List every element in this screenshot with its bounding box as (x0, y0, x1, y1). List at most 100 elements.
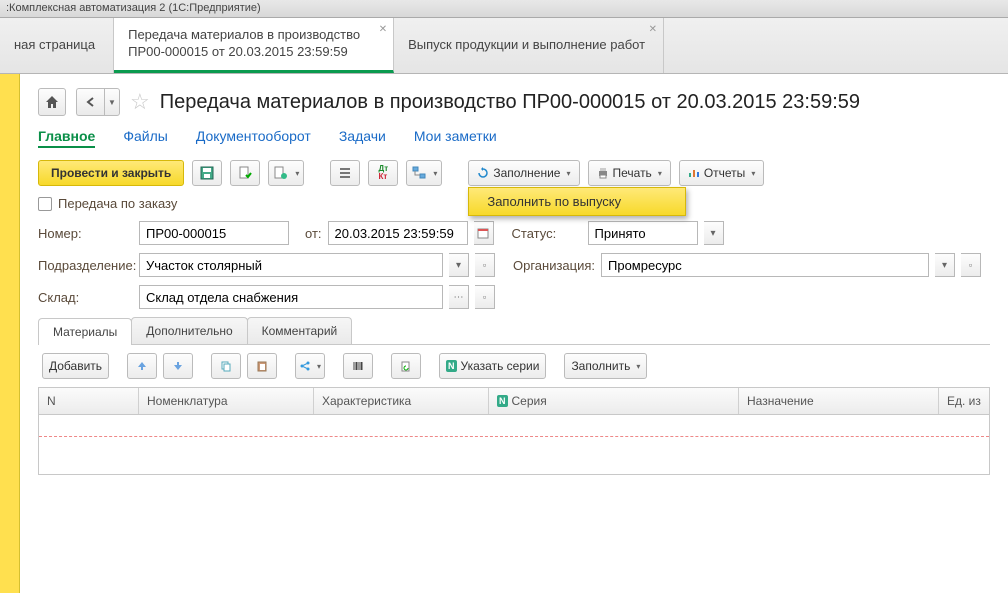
fill-dropdown-menu: Заполнить по выпуску (468, 187, 686, 216)
page-title: Передача материалов в производство ПР00-… (160, 91, 860, 114)
save-button[interactable] (192, 160, 222, 186)
section-tabs: Главное Файлы Документооборот Задачи Мои… (38, 128, 990, 148)
dept-input[interactable] (139, 253, 443, 277)
warehouse-open[interactable]: ▫ (475, 285, 495, 309)
button-label: Добавить (49, 359, 102, 373)
number-label: Номер: (38, 226, 133, 241)
button-label: Провести и закрыть (51, 166, 171, 180)
fill-by-release-item[interactable]: Заполнить по выпуску (469, 188, 685, 215)
close-icon[interactable]: ✕ (649, 24, 657, 35)
back-button[interactable]: ▼ (76, 88, 120, 116)
detail-tabs: Материалы Дополнительно Комментарий (38, 317, 990, 345)
window-titlebar: :Комплексная автоматизация 2 (1С:Предпри… (0, 0, 1008, 18)
nav-tab-main[interactable]: Главное (38, 128, 95, 148)
col-purpose[interactable]: Назначение (739, 388, 939, 414)
refresh-icon (477, 167, 489, 179)
nav-tab-docflow[interactable]: Документооборот (196, 128, 311, 148)
main-toolbar: Провести и закрыть ▾ ДтКт ▾ (38, 160, 990, 186)
fill-button[interactable]: Заполнение ▾ (468, 160, 579, 186)
subtab-materials[interactable]: Материалы (38, 318, 132, 345)
print-button[interactable]: Печать ▾ (588, 160, 671, 186)
create-based-on-button[interactable]: ▾ (268, 160, 304, 186)
checkbox-icon (38, 197, 52, 211)
tab-label: ная страница (14, 37, 95, 54)
subtab-comment[interactable]: Комментарий (247, 317, 353, 344)
post-button[interactable] (230, 160, 260, 186)
dept-dropdown[interactable]: ▾ (449, 253, 469, 277)
close-icon[interactable]: ✕ (379, 24, 387, 35)
org-dropdown[interactable]: ▾ (935, 253, 955, 277)
barcode-button[interactable] (343, 353, 373, 379)
n-badge-icon: N (446, 360, 457, 372)
specify-series-button[interactable]: N Указать серии (439, 353, 546, 379)
warehouse-more[interactable]: ⋯ (449, 285, 469, 309)
paste-button[interactable] (247, 353, 277, 379)
col-series[interactable]: N Серия (489, 388, 739, 414)
structure-button[interactable]: ▾ (406, 160, 442, 186)
org-open[interactable]: ▫ (961, 253, 981, 277)
window-title: :Комплексная автоматизация 2 (1С:Предпри… (6, 2, 261, 14)
tab-start-page[interactable]: ная страница (0, 18, 114, 73)
dept-open[interactable]: ▫ (475, 253, 495, 277)
checkbox-label: Передача по заказу (58, 196, 177, 211)
tab-transfer-materials[interactable]: Передача материалов в производство ПР00-… (114, 18, 394, 73)
button-label: Заполнение (493, 166, 560, 180)
back-dropdown[interactable]: ▼ (104, 88, 120, 116)
document-check-icon (237, 165, 253, 181)
col-characteristic[interactable]: Характеристика (314, 388, 489, 414)
reports-button[interactable]: Отчеты ▾ (679, 160, 765, 186)
status-input[interactable] (588, 221, 698, 245)
button-label: Указать серии (461, 359, 540, 373)
add-row-button[interactable]: Добавить (42, 353, 109, 379)
button-label: Заполнить (571, 359, 630, 373)
grid-body[interactable] (38, 415, 990, 475)
nav-tab-tasks[interactable]: Задачи (339, 128, 386, 148)
refill-button[interactable] (391, 353, 421, 379)
home-icon (44, 94, 60, 110)
nav-tab-files[interactable]: Файлы (123, 128, 167, 148)
tree-icon (411, 165, 427, 181)
date-input[interactable] (328, 221, 468, 245)
chart-icon (688, 167, 700, 179)
home-button[interactable] (38, 88, 66, 116)
arrow-up-icon (136, 360, 148, 372)
col-nomenclature[interactable]: Номенклатура (139, 388, 314, 414)
from-label: от: (305, 226, 322, 241)
favorite-star-icon[interactable]: ☆ (130, 89, 150, 115)
nav-tab-notes[interactable]: Мои заметки (414, 128, 497, 148)
list-icon (337, 165, 353, 181)
copy-button[interactable] (211, 353, 241, 379)
dtkt-icon: ДтКт (379, 165, 389, 181)
grid-fill-button[interactable]: Заполнить ▾ (564, 353, 647, 379)
calendar-button[interactable] (474, 221, 494, 245)
col-n[interactable]: N (39, 388, 139, 414)
paste-icon (256, 360, 268, 372)
org-input[interactable] (601, 253, 929, 277)
n-badge-icon: N (497, 395, 508, 407)
copy-icon (220, 360, 232, 372)
arrow-down-icon (172, 360, 184, 372)
move-down-button[interactable] (163, 353, 193, 379)
button-label: Печать (613, 166, 652, 180)
tab-product-release[interactable]: Выпуск продукции и выполнение работ ✕ (394, 18, 664, 73)
share-button[interactable]: ▾ (295, 353, 325, 379)
post-and-close-button[interactable]: Провести и закрыть (38, 160, 184, 186)
subtab-additional[interactable]: Дополнительно (131, 317, 247, 344)
share-icon (299, 360, 311, 372)
warehouse-input[interactable] (139, 285, 443, 309)
dt-kt-button[interactable]: ДтКт (368, 160, 398, 186)
number-input[interactable] (139, 221, 289, 245)
tab-label: Выпуск продукции и выполнение работ (408, 37, 645, 54)
col-unit[interactable]: Ед. из (939, 388, 989, 414)
arrow-left-icon (85, 96, 97, 108)
tab-label: Передача материалов в производство ПР00-… (128, 27, 375, 61)
grid-empty-row (39, 415, 989, 437)
list-button[interactable] (330, 160, 360, 186)
document-star-icon (273, 165, 289, 181)
grid-toolbar: Добавить ▾ N Указать серии Заполнить ▾ (38, 345, 990, 387)
status-dropdown[interactable]: ▾ (704, 221, 724, 245)
calendar-icon (477, 227, 489, 239)
status-label: Статус: (512, 226, 582, 241)
move-up-button[interactable] (127, 353, 157, 379)
left-yellow-strip (0, 74, 20, 593)
